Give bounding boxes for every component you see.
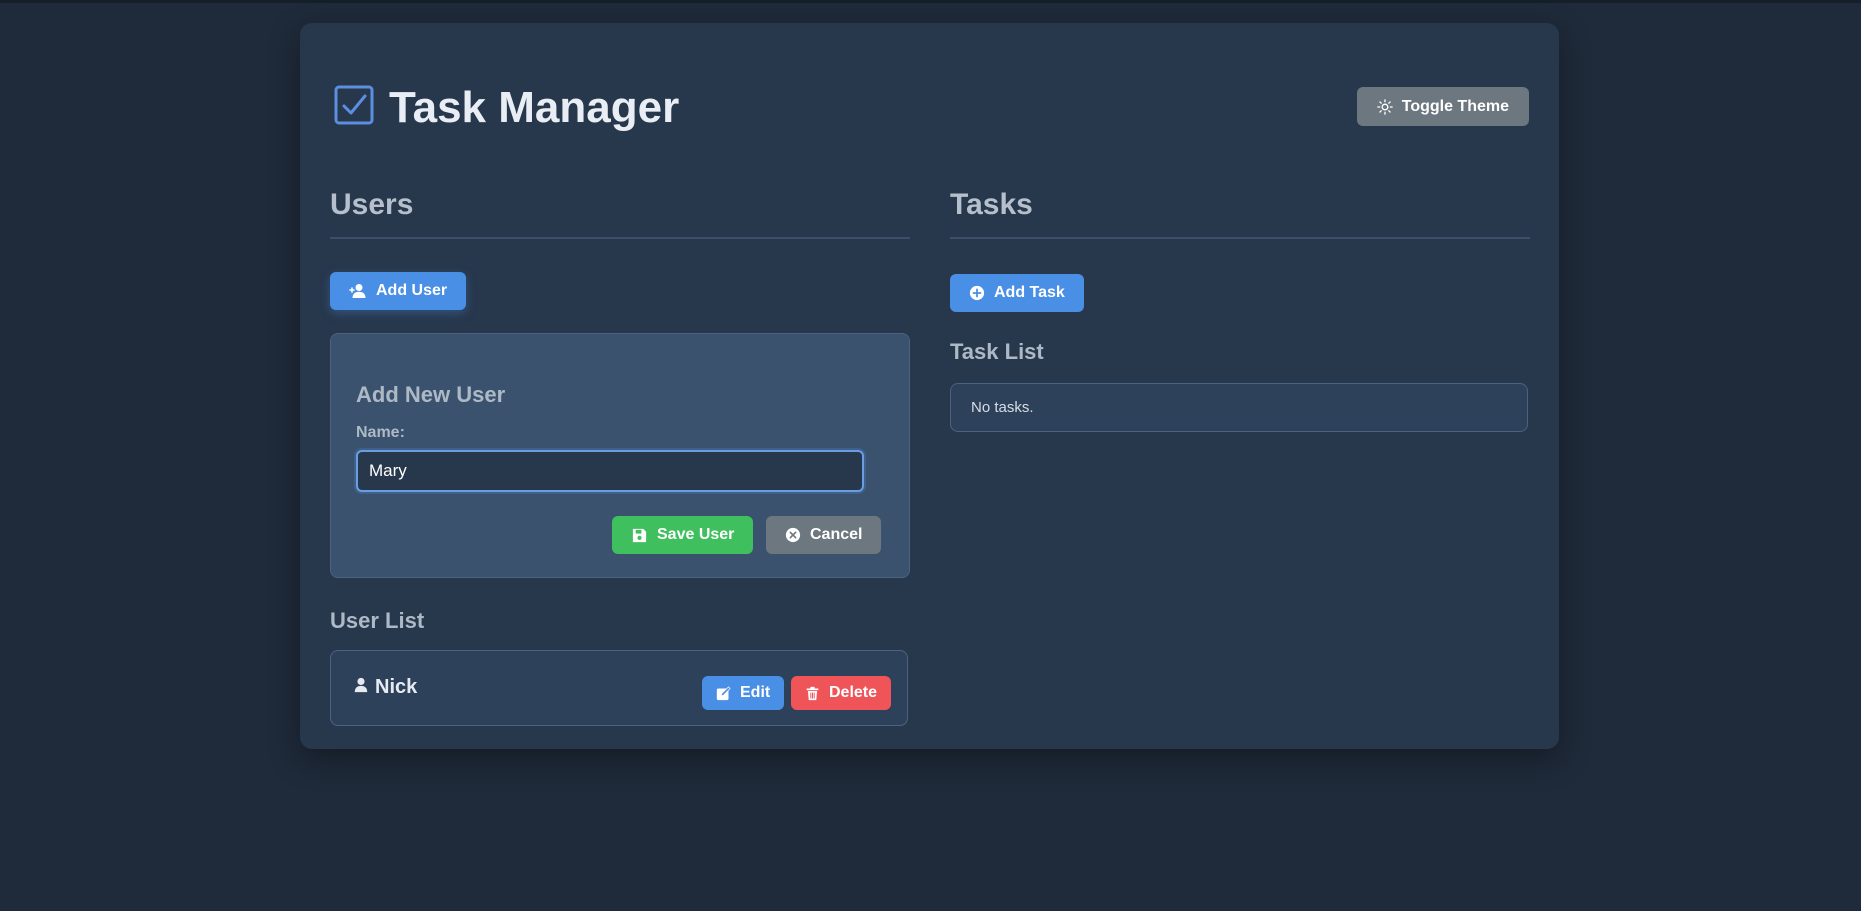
window-top-edge (0, 0, 1861, 3)
edit-icon (716, 685, 731, 700)
page-title: Task Manager (389, 83, 680, 132)
add-user-button[interactable]: Add User (330, 272, 467, 310)
save-user-label: Save User (657, 526, 735, 543)
list-item: Nick Edit Delete (330, 650, 908, 726)
checkbox-check-icon (334, 85, 374, 125)
tasks-section-title: Tasks (950, 183, 1530, 239)
task-list-title: Task List (950, 339, 1044, 364)
add-user-form: Add New User Name: Save User Canc (330, 333, 910, 578)
add-task-label: Add Task (994, 284, 1065, 301)
toggle-theme-button[interactable]: Toggle Theme (1356, 87, 1529, 126)
user-list-title: User List (330, 608, 425, 633)
tasks-section: Tasks Add Task Task List No tasks. (950, 183, 1530, 432)
name-input[interactable] (356, 450, 864, 492)
plus-circle-icon (969, 285, 985, 301)
empty-state-text: No tasks. (971, 399, 1034, 416)
user-name: Nick (353, 676, 417, 699)
users-section-title: Users (330, 183, 910, 239)
delete-label: Delete (829, 684, 878, 701)
edit-label: Edit (740, 684, 771, 701)
close-circle-icon (785, 527, 801, 543)
trash-icon (806, 686, 819, 700)
name-label: Name: (356, 424, 405, 441)
cancel-button[interactable]: Cancel (766, 516, 882, 554)
floppy-disk-icon (632, 528, 647, 542)
toggle-theme-label: Toggle Theme (1401, 97, 1509, 115)
cancel-label: Cancel (810, 526, 863, 543)
users-section: Users Add User Add New User Name: Mary S… (330, 183, 910, 726)
add-task-button[interactable]: Add Task (950, 274, 1084, 312)
add-user-label: Add User (376, 282, 448, 299)
user-icon (354, 677, 368, 692)
user-name-label: Nick (375, 676, 418, 698)
task-list-empty: No tasks. (950, 383, 1528, 432)
save-user-button[interactable]: Save User (612, 516, 754, 554)
sun-icon (1376, 98, 1393, 115)
app-container: Task Manager Toggle Theme Users Add User… (300, 23, 1559, 749)
app-header: Task Manager Toggle Theme (334, 83, 1529, 143)
form-title: Add New User (356, 382, 506, 407)
delete-user-button[interactable]: Delete (791, 676, 892, 710)
user-plus-icon (349, 284, 366, 298)
edit-user-button[interactable]: Edit (702, 676, 785, 710)
